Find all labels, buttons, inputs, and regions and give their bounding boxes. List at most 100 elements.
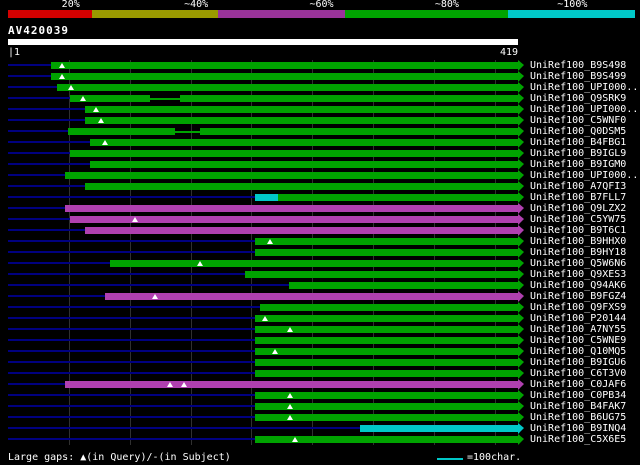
hit-bar-segment[interactable] <box>200 128 518 135</box>
hit-label[interactable]: UniRef100_B9HHX0 <box>530 236 626 247</box>
hit-label[interactable]: UniRef100_B9FGZ4 <box>530 291 626 302</box>
hit-label[interactable]: UniRef100_B9IGU6 <box>530 357 626 368</box>
hit-row[interactable]: UniRef100_A7QFI3 <box>0 181 640 192</box>
hit-bar-segment[interactable] <box>255 370 518 377</box>
hit-bar-segment[interactable] <box>84 183 518 190</box>
hit-label[interactable]: UniRef100_Q0DSM5 <box>530 126 626 137</box>
hit-label[interactable]: UniRef100_A7NY55 <box>530 324 626 335</box>
hit-bar-segment[interactable] <box>65 172 518 179</box>
hit-label[interactable]: UniRef100_Q9FXS9 <box>530 302 626 313</box>
hit-row[interactable]: UniRef100_B9HHX0 <box>0 236 640 247</box>
hit-row[interactable]: UniRef100_UPI000.. <box>0 82 640 93</box>
hit-label[interactable]: UniRef100_B7FLL7 <box>530 192 626 203</box>
hit-row[interactable]: UniRef100_B6UG75 <box>0 412 640 423</box>
hit-label[interactable]: UniRef100_Q94AK6 <box>530 280 626 291</box>
hit-label[interactable]: UniRef100_B9INQ4 <box>530 423 626 434</box>
hit-row[interactable]: UniRef100_C6T3V0 <box>0 368 640 379</box>
hit-row[interactable]: UniRef100_B9IGM0 <box>0 159 640 170</box>
hit-bar-segment[interactable] <box>56 84 518 91</box>
hit-bar-segment[interactable] <box>50 62 518 69</box>
hit-bar-segment[interactable] <box>67 128 175 135</box>
hit-row[interactable]: UniRef100_P20144 <box>0 313 640 324</box>
hit-label[interactable]: UniRef100_B9S498 <box>530 60 626 71</box>
hit-row[interactable]: UniRef100_Q9FXS9 <box>0 302 640 313</box>
hit-bar-segment[interactable] <box>289 282 518 289</box>
hit-bar-segment[interactable] <box>255 403 518 410</box>
hit-bar-segment[interactable] <box>255 359 518 366</box>
hit-row[interactable]: UniRef100_UPI000.. <box>0 104 640 115</box>
hit-row[interactable]: UniRef100_Q9XES3 <box>0 269 640 280</box>
hit-bar-segment[interactable] <box>278 194 518 201</box>
hit-row[interactable]: UniRef100_B4FAK7 <box>0 401 640 412</box>
hit-label[interactable]: UniRef100_C5YW75 <box>530 214 626 225</box>
hit-bar-segment[interactable] <box>359 425 518 432</box>
hit-label[interactable]: UniRef100_Q9SRK9 <box>530 93 626 104</box>
hit-row[interactable]: UniRef100_Q10MQ5 <box>0 346 640 357</box>
hit-bar-segment[interactable] <box>255 238 518 245</box>
hit-row[interactable]: UniRef100_B9IGU6 <box>0 357 640 368</box>
hit-bar-segment[interactable] <box>255 249 518 256</box>
hit-bar-segment[interactable] <box>84 227 518 234</box>
hit-bar-segment[interactable] <box>84 106 518 113</box>
hit-row[interactable]: UniRef100_Q5W6N6 <box>0 258 640 269</box>
hit-row[interactable]: UniRef100_C0JAF6 <box>0 379 640 390</box>
hit-row[interactable]: UniRef100_Q9SRK9 <box>0 93 640 104</box>
hit-row[interactable]: UniRef100_Q94AK6 <box>0 280 640 291</box>
hit-bar-segment[interactable] <box>89 139 518 146</box>
hit-row[interactable]: UniRef100_Q9LZX2 <box>0 203 640 214</box>
hit-label[interactable]: UniRef100_Q9LZX2 <box>530 203 626 214</box>
hit-row[interactable]: UniRef100_B9INQ4 <box>0 423 640 434</box>
hit-label[interactable]: UniRef100_A7QFI3 <box>530 181 626 192</box>
hit-label[interactable]: UniRef100_C0PB34 <box>530 390 626 401</box>
hit-bar-segment[interactable] <box>179 95 518 102</box>
hit-bar-segment[interactable] <box>255 414 518 421</box>
hit-label[interactable]: UniRef100_B9S499 <box>530 71 626 82</box>
hit-label[interactable]: UniRef100_Q5W6N6 <box>530 258 626 269</box>
hit-row[interactable]: UniRef100_B9S498 <box>0 60 640 71</box>
hit-label[interactable]: UniRef100_C6T3V0 <box>530 368 626 379</box>
hit-label[interactable]: UniRef100_B9IGM0 <box>530 159 626 170</box>
hit-bar-segment[interactable] <box>245 271 518 278</box>
hit-bar-segment[interactable] <box>110 260 518 267</box>
hit-row[interactable]: UniRef100_C5WNE9 <box>0 335 640 346</box>
hit-bar-segment[interactable] <box>84 117 518 124</box>
hit-bar-segment[interactable] <box>89 161 518 168</box>
hit-label[interactable]: UniRef100_UPI000.. <box>530 82 638 93</box>
hit-label[interactable]: UniRef100_C5WNF0 <box>530 115 626 126</box>
hit-row[interactable]: UniRef100_B9FGZ4 <box>0 291 640 302</box>
hit-label[interactable]: UniRef100_B4FBG1 <box>530 137 626 148</box>
hit-bar-segment[interactable] <box>255 392 518 399</box>
hit-row[interactable]: UniRef100_B9S499 <box>0 71 640 82</box>
hit-bar-segment[interactable] <box>65 205 518 212</box>
hit-label[interactable]: UniRef100_Q9XES3 <box>530 269 626 280</box>
hit-label[interactable]: UniRef100_B9HY18 <box>530 247 626 258</box>
hit-label[interactable]: UniRef100_UPI000.. <box>530 104 638 115</box>
hit-label[interactable]: UniRef100_B4FAK7 <box>530 401 626 412</box>
hit-bar-segment[interactable] <box>255 326 518 333</box>
hit-label[interactable]: UniRef100_UPI000.. <box>530 170 638 181</box>
hit-row[interactable]: UniRef100_UPI000.. <box>0 170 640 181</box>
hit-row[interactable]: UniRef100_B4FBG1 <box>0 137 640 148</box>
hit-label[interactable]: UniRef100_B6UG75 <box>530 412 626 423</box>
hit-row[interactable]: UniRef100_Q0DSM5 <box>0 126 640 137</box>
hit-bar-segment[interactable] <box>255 348 518 355</box>
hit-row[interactable]: UniRef100_B9HY18 <box>0 247 640 258</box>
hit-bar-segment[interactable] <box>105 293 518 300</box>
hit-label[interactable]: UniRef100_C5WNE9 <box>530 335 626 346</box>
hit-bar-segment[interactable] <box>65 381 518 388</box>
hit-bar-segment[interactable] <box>255 337 518 344</box>
hit-label[interactable]: UniRef100_P20144 <box>530 313 626 324</box>
hit-label[interactable]: UniRef100_Q10MQ5 <box>530 346 626 357</box>
hit-bar-segment[interactable] <box>255 315 518 322</box>
hit-label[interactable]: UniRef100_C5X6E5 <box>530 434 626 445</box>
hit-label[interactable]: UniRef100_B9T6C1 <box>530 225 626 236</box>
hit-bar-segment[interactable] <box>255 194 279 201</box>
hit-bar-segment[interactable] <box>150 98 180 100</box>
hit-row[interactable]: UniRef100_A7NY55 <box>0 324 640 335</box>
hit-row[interactable]: UniRef100_C0PB34 <box>0 390 640 401</box>
hit-label[interactable]: UniRef100_B9IGL9 <box>530 148 626 159</box>
hit-row[interactable]: UniRef100_C5YW75 <box>0 214 640 225</box>
hit-label[interactable]: UniRef100_C0JAF6 <box>530 379 626 390</box>
hit-row[interactable]: UniRef100_C5WNF0 <box>0 115 640 126</box>
hit-row[interactable]: UniRef100_B7FLL7 <box>0 192 640 203</box>
